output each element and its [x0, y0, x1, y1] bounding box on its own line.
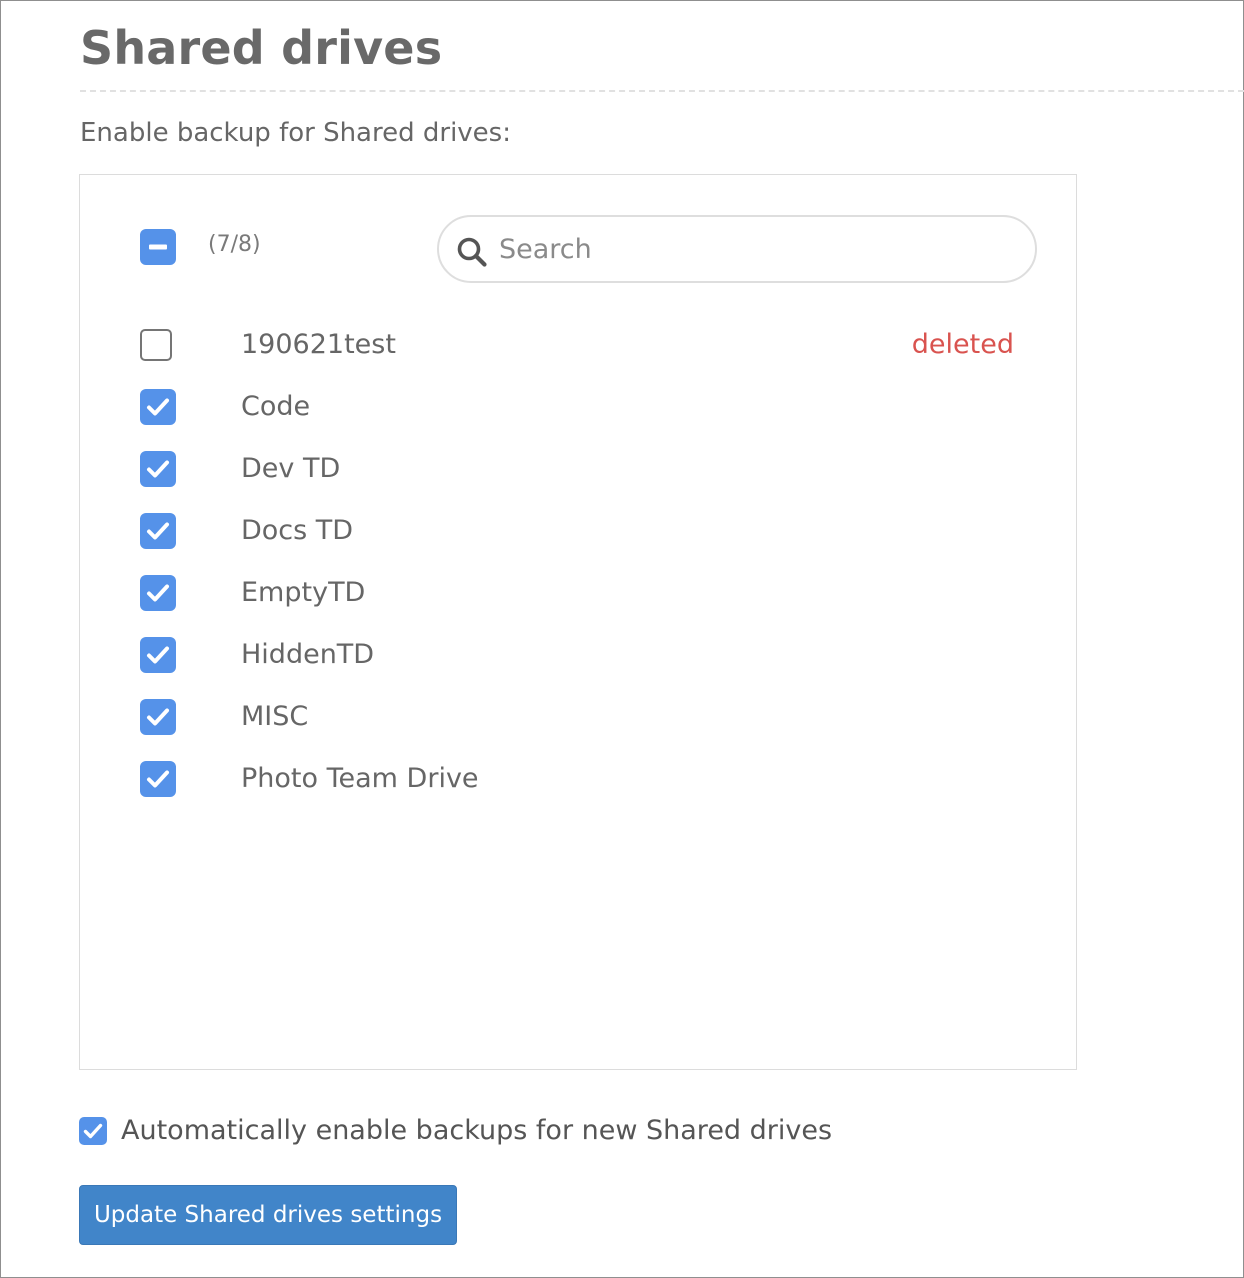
section-subtitle: Enable backup for Shared drives: [80, 118, 511, 148]
page-title: Shared drives [80, 21, 443, 75]
drive-label: Docs TD [241, 515, 354, 546]
drive-label: Dev TD [241, 453, 341, 484]
shared-drives-panel [79, 174, 1077, 1070]
check-icon [147, 460, 169, 478]
drive-row[interactable]: MISC [0, 697, 1040, 737]
drive-row[interactable]: Code [0, 387, 1040, 427]
drive-row[interactable]: Docs TD [0, 511, 1040, 551]
title-divider [80, 90, 1244, 92]
selection-count: (7/8) [208, 232, 261, 257]
check-icon [147, 770, 169, 788]
drive-checkbox[interactable] [140, 451, 176, 487]
check-icon [83, 1123, 103, 1139]
drive-checkbox[interactable] [140, 575, 176, 611]
drive-row[interactable]: Photo Team Drive [0, 759, 1040, 799]
drive-checkbox[interactable] [140, 513, 176, 549]
drive-row[interactable]: 190621test deleted [0, 325, 1040, 365]
check-icon [147, 398, 169, 416]
check-icon [147, 646, 169, 664]
search-icon [457, 237, 487, 267]
check-icon [147, 522, 169, 540]
auto-enable-option[interactable]: Automatically enable backups for new Sha… [79, 1114, 979, 1148]
drive-label: Code [241, 391, 311, 422]
drive-label: Photo Team Drive [241, 763, 479, 794]
select-all-checkbox[interactable] [140, 229, 176, 265]
check-icon [147, 584, 169, 602]
drive-row[interactable]: HiddenTD [0, 635, 1040, 675]
drive-checkbox[interactable] [140, 761, 176, 797]
check-icon [147, 708, 169, 726]
drive-checkbox[interactable] [140, 329, 172, 361]
drive-checkbox[interactable] [140, 637, 176, 673]
drive-label: 190621test [241, 329, 396, 360]
drive-label: HiddenTD [241, 639, 375, 670]
update-shared-drives-button[interactable]: Update Shared drives settings [79, 1185, 457, 1245]
drive-status-badge: deleted [911, 329, 1014, 360]
drive-row[interactable]: Dev TD [0, 449, 1040, 489]
auto-enable-label: Automatically enable backups for new Sha… [121, 1115, 833, 1146]
drive-row[interactable]: EmptyTD [0, 573, 1040, 613]
search-box[interactable] [437, 215, 1037, 283]
drive-label: EmptyTD [241, 577, 366, 608]
minus-icon [149, 244, 167, 250]
drive-label: MISC [241, 701, 309, 732]
search-input[interactable] [499, 227, 999, 271]
drive-checkbox[interactable] [140, 389, 176, 425]
drive-checkbox[interactable] [140, 699, 176, 735]
auto-enable-checkbox[interactable] [79, 1117, 107, 1145]
